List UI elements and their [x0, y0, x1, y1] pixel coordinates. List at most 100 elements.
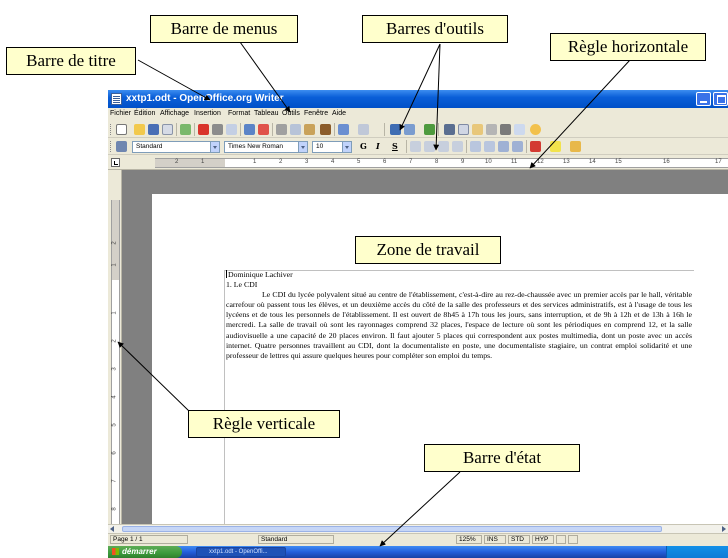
underline-button[interactable]: S — [392, 141, 398, 151]
spellcheck-icon[interactable] — [244, 124, 255, 135]
redo-icon[interactable] — [358, 124, 369, 135]
text-cursor — [226, 270, 227, 278]
status-modified — [556, 535, 566, 544]
print-preview-icon[interactable] — [226, 124, 237, 135]
gallery-icon[interactable] — [472, 124, 483, 135]
scroll-left-icon[interactable] — [110, 526, 114, 532]
standard-toolbar — [108, 121, 728, 138]
save-icon[interactable] — [148, 124, 159, 135]
scrollbar-thumb[interactable] — [122, 526, 662, 532]
menu-format[interactable]: Format — [228, 110, 250, 117]
zoom-icon[interactable] — [514, 124, 525, 135]
start-button[interactable]: démarrer — [108, 546, 182, 558]
document-workspace[interactable]: Dominique Lachiver 1. Le CDI Le CDI du l… — [122, 170, 728, 530]
paragraph-style-select[interactable]: Standard — [132, 141, 220, 153]
increase-indent-icon[interactable] — [512, 141, 523, 152]
font-size-select[interactable]: 10 — [312, 141, 352, 153]
numbering-icon[interactable] — [470, 141, 481, 152]
doc-heading: 1. Le CDI — [226, 280, 258, 290]
new-document-icon[interactable] — [116, 124, 127, 135]
tab-type-icon[interactable] — [111, 158, 120, 167]
toolbar-separator — [438, 123, 439, 136]
vertical-ruler[interactable]: 2 1 1 2 3 4 5 6 7 8 — [108, 170, 122, 530]
windows-taskbar: démarrer xxtp1.odt - OpenOffi... — [108, 546, 728, 558]
email-icon[interactable] — [162, 124, 173, 135]
hruler-label: 16 — [663, 159, 670, 165]
hruler-label: 13 — [563, 159, 570, 165]
cut-icon[interactable] — [276, 124, 287, 135]
document-text[interactable]: Dominique Lachiver 1. Le CDI Le CDI du l… — [226, 270, 692, 361]
edit-file-icon[interactable] — [180, 124, 191, 135]
status-selection-mode[interactable]: STD — [508, 535, 530, 544]
hyperlink-icon[interactable] — [390, 124, 401, 135]
windows-logo-icon — [112, 548, 119, 555]
decrease-indent-icon[interactable] — [498, 141, 509, 152]
align-left-icon[interactable] — [410, 141, 421, 152]
menu-fenetre[interactable]: Fenêtre — [304, 110, 328, 117]
system-tray — [666, 546, 728, 558]
find-replace-icon[interactable] — [444, 124, 455, 135]
document-icon — [111, 93, 122, 105]
status-style[interactable]: Standard — [258, 535, 334, 544]
menu-edition[interactable]: Édition — [134, 110, 155, 117]
justify-icon[interactable] — [452, 141, 463, 152]
menu-affichage[interactable]: Affichage — [160, 110, 189, 117]
autospellcheck-icon[interactable] — [258, 124, 269, 135]
styles-formatting-icon[interactable] — [116, 141, 127, 152]
status-zoom[interactable]: 125% — [456, 535, 482, 544]
vertical-ruler-track[interactable]: 2 1 1 2 3 4 5 6 7 8 — [111, 200, 120, 530]
hruler-label: 1 — [253, 159, 257, 165]
bold-button[interactable]: G — [360, 141, 367, 151]
status-insert-mode[interactable]: INS — [484, 535, 506, 544]
minimize-button[interactable] — [696, 92, 711, 106]
format-paintbrush-icon[interactable] — [320, 124, 331, 135]
show-draw-functions-icon[interactable] — [424, 124, 435, 135]
menu-outils[interactable]: Outils — [282, 110, 300, 117]
paste-icon[interactable] — [304, 124, 315, 135]
horizontal-ruler-track[interactable]: 2 1 1 2 3 4 5 6 7 8 9 10 11 12 13 14 15 … — [155, 158, 728, 168]
vruler-label: 1 — [111, 311, 118, 315]
hruler-label: 7 — [409, 159, 413, 165]
toolbar-separator — [526, 140, 527, 153]
toolbar-grip[interactable] — [110, 124, 113, 135]
align-right-icon[interactable] — [438, 141, 449, 152]
highlighting-icon[interactable] — [550, 141, 561, 152]
chevron-down-icon[interactable] — [298, 142, 307, 152]
horizontal-ruler[interactable]: 2 1 1 2 3 4 5 6 7 8 9 10 11 12 13 14 15 … — [108, 156, 728, 170]
toolbar-grip[interactable] — [110, 141, 113, 152]
menu-tableau[interactable]: Tableau — [254, 110, 279, 117]
scroll-right-icon[interactable] — [722, 526, 726, 532]
print-icon[interactable] — [212, 124, 223, 135]
status-page[interactable]: Page 1 / 1 — [110, 535, 188, 544]
nonprinting-characters-icon[interactable] — [500, 124, 511, 135]
undo-icon[interactable] — [338, 124, 349, 135]
menu-fichier[interactable]: Fichier — [110, 110, 131, 117]
title-bar[interactable]: xxtp1.odt - OpenOffice.org Writer — [108, 90, 728, 108]
navigator-icon[interactable] — [458, 124, 469, 135]
font-name-select[interactable]: Times New Roman — [224, 141, 308, 153]
callout-h-ruler: Règle horizontale — [550, 33, 706, 61]
chevron-down-icon[interactable] — [342, 142, 351, 152]
data-sources-icon[interactable] — [486, 124, 497, 135]
italic-button[interactable]: I — [376, 141, 380, 151]
taskbar-task-writer[interactable]: xxtp1.odt - OpenOffi... — [196, 547, 286, 557]
vruler-label: 4 — [111, 395, 118, 399]
align-center-icon[interactable] — [424, 141, 435, 152]
hruler-label: 4 — [331, 159, 335, 165]
help-icon[interactable] — [530, 124, 541, 135]
menu-aide[interactable]: Aide — [332, 110, 346, 117]
toolbar-separator — [406, 140, 407, 153]
background-color-icon[interactable] — [570, 141, 581, 152]
horizontal-scrollbar[interactable] — [108, 524, 728, 533]
status-hyperlink-mode[interactable]: HYP — [532, 535, 554, 544]
chevron-down-icon[interactable] — [210, 142, 219, 152]
maximize-button[interactable] — [713, 92, 728, 106]
status-signature — [568, 535, 578, 544]
open-folder-icon[interactable] — [134, 124, 145, 135]
copy-icon[interactable] — [290, 124, 301, 135]
table-icon[interactable] — [404, 124, 415, 135]
font-color-icon[interactable] — [530, 141, 541, 152]
bullets-icon[interactable] — [484, 141, 495, 152]
export-pdf-icon[interactable] — [198, 124, 209, 135]
menu-insertion[interactable]: Insertion — [194, 110, 221, 117]
